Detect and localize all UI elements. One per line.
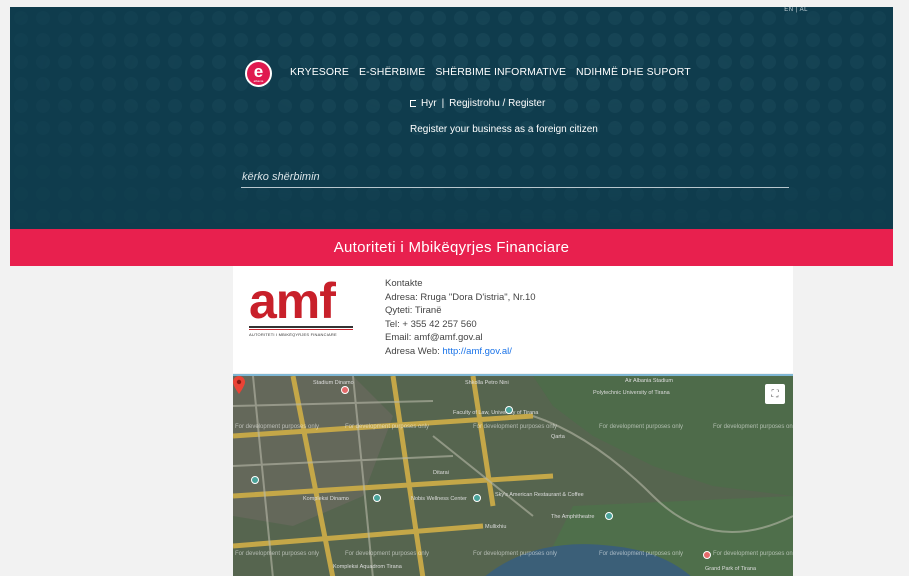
map-label: Air Albania Stadium (625, 378, 673, 384)
website-label: Adresa Web: (385, 345, 443, 357)
address-text: Adresa: Rruga "Dora D'istria", Nr.10 (385, 291, 536, 303)
map-label: Nobis Wellness Center (411, 496, 467, 502)
nav-item-sherbime-informative[interactable]: SHËRBIME INFORMATIVE (435, 66, 566, 78)
amf-logo: amf AUTORITETI I MBIKËQYRJES FINANCIARE (249, 273, 353, 350)
map-label: Faculty of Law, University of Tirana (453, 410, 539, 416)
logo-subtext: albania (253, 79, 264, 83)
contact-details: Kontakte Adresa: Rruga "Dora D'istria", … (385, 277, 536, 358)
search-input[interactable] (241, 167, 789, 188)
institution-banner: Autoriteti i Mbikëqyrjes Financiare (10, 229, 893, 266)
auth-links: Hyr | Regjistrohu / Register (410, 98, 545, 109)
header-hero: EN | AL e albania KRYESORE E-SHËRBIME SH… (10, 7, 893, 229)
map-label: Grand Park of Tirana (705, 566, 757, 572)
map-label: Ditarai (433, 470, 449, 476)
amf-logo-caption: AUTORITETI I MBIKËQYRJES FINANCIARE (249, 332, 337, 337)
nav-item-kryesore[interactable]: KRYESORE (290, 66, 349, 78)
map-poi-icon[interactable] (605, 512, 613, 520)
fullscreen-icon[interactable]: ⛶ (765, 384, 785, 404)
map-poi-icon[interactable] (703, 551, 711, 559)
map-label: Kompleksi Dinamo (303, 496, 349, 502)
map-watermark-6: For development purposes only (235, 551, 320, 557)
map-label: Sky's American Restaurant & Coffee (495, 492, 584, 498)
map-watermark-10: For development purposes only (713, 551, 793, 557)
register-foreign-link[interactable]: Register your business as a foreign citi… (410, 124, 598, 135)
map-watermark-9: For development purposes only (599, 551, 684, 557)
city-text: Qyteti: Tiranë (385, 305, 442, 316)
map-watermark-3: For development purposes only (473, 424, 558, 430)
location-pin-icon[interactable] (233, 376, 245, 394)
website-row: Adresa Web: http://amf.gov.al/ (385, 345, 536, 359)
map-poi-icon[interactable] (505, 406, 513, 414)
map-label: Mullixhiu (485, 524, 507, 530)
nav-item-ndihme-dhe-suport[interactable]: NDIHMË DHE SUPORT (576, 66, 691, 78)
dot-pattern-background (10, 7, 893, 229)
register-link[interactable]: Regjistrohu / Register (449, 98, 545, 109)
institution-card: amf AUTORITETI I MBIKËQYRJES FINANCIARE … (233, 266, 793, 373)
map-canvas (233, 376, 793, 576)
e-albania-logo[interactable]: e albania (245, 60, 272, 87)
map-label: Shkolla Petro Nini (465, 380, 509, 386)
website-link[interactable]: http://amf.gov.al/ (442, 346, 512, 357)
map-watermark-8: For development purposes only (473, 551, 558, 557)
login-icon (410, 100, 416, 107)
language-switch[interactable]: EN | AL (784, 7, 808, 13)
map-poi-icon[interactable] (473, 494, 481, 502)
phone-text: Tel: + 355 42 257 560 (385, 318, 477, 330)
map-watermark-4: For development purposes only (599, 424, 684, 430)
map-poi-icon[interactable] (341, 386, 349, 394)
map-poi-icon[interactable] (373, 494, 381, 502)
map-label: Kompleksi Aquadrom Tirana (333, 564, 402, 570)
map-watermark-5: For development purposes only (713, 424, 793, 430)
map-label: Stadium Dinamo (313, 380, 354, 386)
map-poi-icon[interactable] (251, 476, 259, 484)
map-watermark-7: For development purposes only (345, 551, 430, 557)
auth-separator: | (441, 98, 445, 109)
location-map[interactable]: For development purposes only For develo… (233, 374, 793, 576)
logo-divider-red (249, 329, 353, 330)
map-label: Qarta (551, 434, 565, 440)
map-label: Polytechnic University of Tirana (593, 390, 670, 396)
map-watermark-1: For development purposes only (235, 424, 320, 430)
email-text: Email: amf@amf.gov.al (385, 332, 483, 343)
login-link[interactable]: Hyr (421, 98, 437, 109)
map-watermark-2: For development purposes only (345, 424, 430, 430)
contacts-heading: Kontakte (385, 278, 423, 289)
map-label: The Amphitheatre (551, 514, 595, 520)
main-nav: KRYESORE E-SHËRBIME SHËRBIME INFORMATIVE… (290, 66, 691, 78)
nav-item-e-sherbime[interactable]: E-SHËRBIME (359, 66, 425, 78)
page-title: Autoriteti i Mbikëqyrjes Financiare (333, 239, 570, 256)
amf-logo-text: amf (249, 273, 336, 329)
